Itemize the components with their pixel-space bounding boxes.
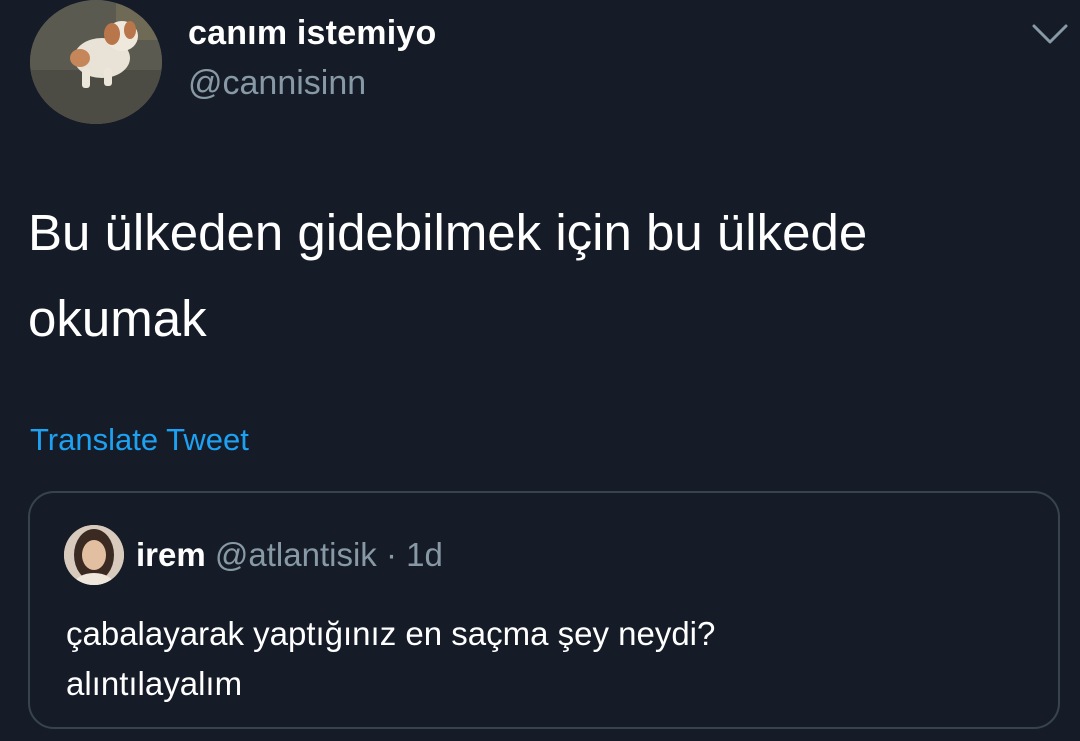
tweet-text: Bu ülkeden gidebilmek için bu ülkede oku… [28, 190, 1038, 362]
quoted-avatar[interactable] [64, 525, 124, 585]
avatar[interactable] [30, 0, 162, 124]
translate-tweet-link[interactable]: Translate Tweet [30, 422, 249, 458]
quoted-handle[interactable]: @atlantisik [215, 536, 377, 573]
quoted-text-line: alıntılayalım [66, 665, 243, 702]
quoted-header: irem @atlantisik · 1d [136, 536, 443, 574]
separator-dot: · [385, 536, 397, 573]
quoted-timestamp: 1d [406, 536, 443, 573]
quoted-display-name[interactable]: irem [136, 536, 206, 573]
tweet-text-line: okumak [28, 290, 207, 347]
tweet-text-line: Bu ülkeden gidebilmek için bu ülkede [28, 204, 868, 261]
chevron-down-icon[interactable] [1030, 20, 1070, 48]
quoted-tweet[interactable]: irem @atlantisik · 1d çabalayarak yaptığ… [28, 491, 1060, 729]
tweet-card: canım istemiyo @cannisinn Bu ülkeden gid… [0, 0, 1080, 741]
display-name[interactable]: canım istemiyo [188, 14, 436, 53]
user-handle[interactable]: @cannisinn [188, 64, 366, 103]
quoted-text: çabalayarak yaptığınız en saçma şey neyd… [66, 609, 1026, 709]
quoted-text-line: çabalayarak yaptığınız en saçma şey neyd… [66, 615, 716, 652]
